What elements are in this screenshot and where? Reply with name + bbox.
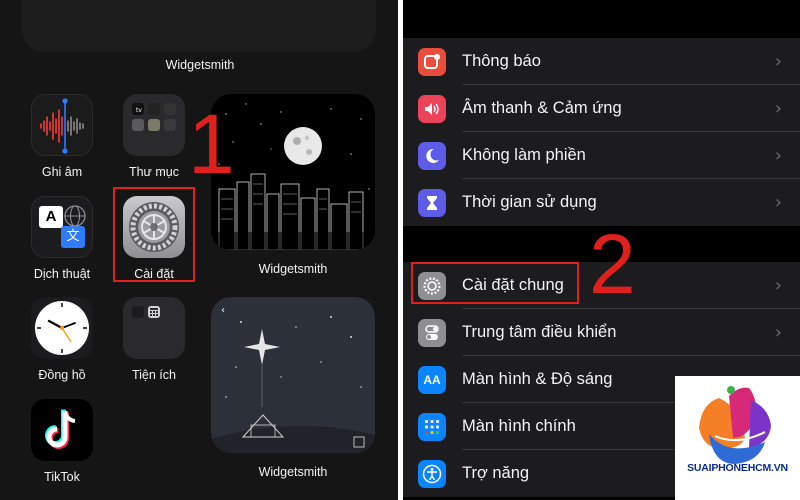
settings-row-label: Trung tâm điều khiển [462,323,617,341]
settings-row-dnd[interactable]: Không làm phiền › [403,132,800,179]
clock-icon [31,297,93,359]
display-icon-text: AA [423,373,441,387]
top-widget[interactable] [22,0,376,52]
step-2-label: 2 [589,217,636,311]
accessibility-icon [418,460,446,488]
app-tiktok[interactable]: TikTok [22,399,102,484]
settings-row-label: Màn hình chính [462,417,576,435]
chevron-right-icon: › [774,322,782,343]
hourglass-icon [418,189,446,217]
widget-nativity-label: Widgetsmith [258,465,328,479]
settings-row-control-center[interactable]: Trung tâm điều khiển › [403,309,800,356]
tiktok-icon [31,399,93,461]
top-widget-label: Widgetsmith [165,58,235,72]
watermark-text: SUAIPHONEHCM.VN [687,462,788,474]
translate-glyph-b: 文 [61,226,85,248]
widget-city-label: Widgetsmith [258,262,328,276]
translate-glyph-a: A [39,206,63,228]
home-screen: Widgetsmith Ghi âm tv Thư mục A 文 Dịch t… [0,0,398,500]
settings-row-label: Trợ năng [462,464,530,482]
widget-nativity[interactable]: ‹ [211,297,375,453]
settings-row-label: Thông báo [462,52,541,70]
chevron-right-icon: › [774,98,782,119]
app-label: Ghi âm [41,165,83,179]
settings-app-highlight [113,187,195,282]
app-grid-icon [418,413,446,441]
suaiphone-logo: SUAIPHONEHCM.VN [675,376,800,500]
utilities-folder-icon [123,297,185,359]
app-translate[interactable]: A 文 Dịch thuật [22,196,102,281]
widget-city-moon[interactable] [211,94,375,250]
app-clock[interactable]: Đồng hồ [22,297,102,382]
folder-icon: tv [123,94,185,156]
settings-row-sounds[interactable]: Âm thanh & Cảm ứng › [403,85,800,132]
svg-text:tv: tv [136,107,142,114]
voice-memos-icon [31,94,93,156]
app-label: TikTok [44,470,80,484]
chevron-right-icon: › [774,51,782,72]
chevron-right-icon: › [774,192,782,213]
chevron-right-icon: › [774,275,782,296]
app-label: Tiện ích [131,368,176,382]
translate-icon: A 文 [31,196,93,258]
svg-text:‹: ‹ [221,305,225,316]
toggles-icon [418,319,446,347]
app-label: Đồng hồ [38,368,86,382]
general-row-highlight [411,262,579,304]
settings-row-label: Không làm phiền [462,146,586,164]
settings-group-1: Thông báo › Âm thanh & Cảm ứng › Không l… [403,38,800,226]
step-1-label: 1 [188,97,235,191]
app-label: Thư mục [128,165,180,179]
app-utilities[interactable]: Tiện ích [114,297,194,382]
settings-row-label: Âm thanh & Cảm ứng [462,99,622,117]
app-label: Dịch thuật [33,267,91,281]
display-aa-icon: AA [418,366,446,394]
moon-icon [418,142,446,170]
settings-row-notifications[interactable]: Thông báo › [403,38,800,85]
speaker-icon [418,95,446,123]
notifications-icon [418,48,446,76]
settings-row-label: Thời gian sử dụng [462,193,597,211]
app-voice-memos[interactable]: Ghi âm [22,94,102,179]
app-folder[interactable]: tv Thư mục [114,94,194,179]
settings-row-label: Màn hình & Độ sáng [462,370,613,388]
chevron-right-icon: › [774,145,782,166]
